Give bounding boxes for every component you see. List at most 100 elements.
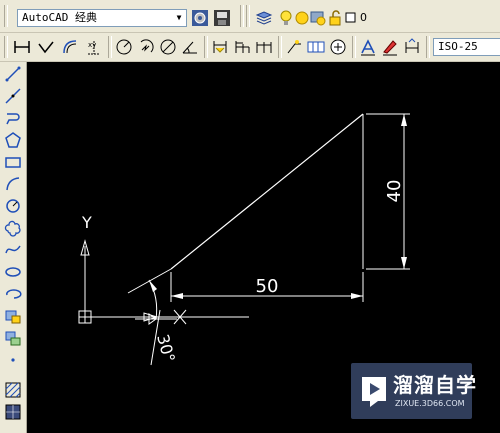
dim-baseline-icon xyxy=(235,41,250,53)
leader-icon xyxy=(287,40,301,54)
line-button[interactable] xyxy=(3,64,23,84)
toolbar-separator xyxy=(240,5,244,27)
toolbar-separator xyxy=(278,36,282,58)
ellipse-arc-icon xyxy=(6,289,22,299)
rectangle-icon xyxy=(5,157,21,168)
spline-icon xyxy=(5,245,21,254)
svg-text:xy: xy xyxy=(88,41,96,49)
dim-diameter-button[interactable] xyxy=(158,37,178,57)
dim-edit-icon xyxy=(361,39,375,56)
dim-horizontal-text: 50 xyxy=(256,276,279,297)
quick-dim-icon xyxy=(213,41,227,53)
dim-diameter-icon xyxy=(160,39,176,55)
layer-color-swatch[interactable] xyxy=(342,8,362,28)
arc-icon xyxy=(6,177,20,191)
center-mark-icon xyxy=(330,39,346,55)
construction-line-button[interactable] xyxy=(3,86,23,106)
dim-ordinate-icon: xy xyxy=(88,41,100,55)
dim-radius-icon xyxy=(116,39,132,55)
insert-block-button[interactable] xyxy=(3,306,23,326)
hypotenuse-line[interactable] xyxy=(170,113,364,270)
hatch-button[interactable] xyxy=(3,380,23,400)
ellipse-button[interactable] xyxy=(3,262,23,282)
polyline-button[interactable] xyxy=(3,108,23,128)
dim-arc-icon xyxy=(63,40,77,54)
dim-update-icon xyxy=(405,38,419,53)
dim-aligned-icon xyxy=(38,41,54,54)
cloud-icon xyxy=(4,220,21,237)
insert-block-icon xyxy=(5,310,21,324)
dimstyle-select[interactable]: ISO-25 xyxy=(433,38,500,56)
dimstyle-select-value: ISO-25 xyxy=(438,40,478,53)
circle-icon xyxy=(6,199,20,213)
workspace-toolbar: AutoCAD 经典 ▼ 0 xyxy=(0,0,500,33)
dim-edit-button[interactable] xyxy=(358,37,378,57)
dim-aligned-button[interactable] xyxy=(36,37,56,57)
toolbar-separator xyxy=(352,36,356,58)
make-block-icon xyxy=(5,331,21,346)
quick-leader-button[interactable] xyxy=(284,37,304,57)
viewport-sun-icon xyxy=(310,11,326,26)
toolbar-grip[interactable] xyxy=(246,5,250,27)
dim-vertical-text: 40 xyxy=(384,180,405,203)
workspace-settings-button[interactable] xyxy=(190,8,210,28)
dim-update-button[interactable] xyxy=(402,37,422,57)
dim-jogged-icon xyxy=(140,39,154,53)
quick-dim-button[interactable] xyxy=(210,37,230,57)
polygon-icon xyxy=(5,132,21,148)
dim-arc-length-button[interactable] xyxy=(60,37,80,57)
make-block-button[interactable] xyxy=(3,328,23,348)
gear-icon xyxy=(192,10,208,26)
arc-button[interactable] xyxy=(3,174,23,194)
dim-baseline-button[interactable] xyxy=(232,37,252,57)
layers-icon xyxy=(255,11,273,25)
watermark-logo: 溜溜自学 ZIXUE.3D66.COM xyxy=(351,363,476,419)
dim-ordinate-button[interactable]: xy xyxy=(84,37,104,57)
dim-continue-button[interactable] xyxy=(254,37,274,57)
ucs-icon xyxy=(78,239,159,324)
dim-angular-button[interactable] xyxy=(180,37,200,57)
drawing-canvas[interactable]: 40 50 30° Y 溜溜自学 ZIXUE.3D66.COM xyxy=(27,62,500,433)
workspace-select-value: AutoCAD 经典 xyxy=(22,11,97,24)
play-logo-icon xyxy=(362,377,386,407)
point-icon xyxy=(11,358,15,362)
center-mark-button[interactable] xyxy=(328,37,348,57)
draw-toolbar xyxy=(0,62,27,433)
layer-viewport-freeze-toggle[interactable] xyxy=(308,8,328,28)
point-button[interactable] xyxy=(3,350,23,370)
dimension-toolbar: xy ISO-25 xyxy=(0,33,500,62)
toolbar-grip[interactable] xyxy=(4,5,8,27)
gradient-icon xyxy=(5,404,21,420)
dim-radius-button[interactable] xyxy=(114,37,134,57)
line-icon xyxy=(5,66,21,82)
dim-jogged-button[interactable] xyxy=(136,37,156,57)
revision-cloud-button[interactable] xyxy=(3,218,23,238)
tolerance-button[interactable] xyxy=(306,37,326,57)
spline-button[interactable] xyxy=(3,240,23,260)
polyline-icon xyxy=(6,113,20,125)
dim-text-edit-icon xyxy=(383,40,397,56)
hatch-icon xyxy=(5,382,21,398)
window-save-icon xyxy=(214,10,230,26)
polygon-button[interactable] xyxy=(3,130,23,150)
save-workspace-button[interactable] xyxy=(212,8,232,28)
dim-continue-icon xyxy=(256,42,272,53)
dim-text-edit-button[interactable] xyxy=(380,37,400,57)
rectangle-button[interactable] xyxy=(3,152,23,172)
toolbar-separator xyxy=(426,36,430,58)
watermark-brand: 溜溜自学 xyxy=(393,373,477,397)
circle-button[interactable] xyxy=(3,196,23,216)
workspace-select[interactable]: AutoCAD 经典 ▼ xyxy=(17,9,187,27)
layer-properties-button[interactable] xyxy=(254,8,274,28)
tolerance-icon xyxy=(307,41,325,53)
current-layer-name[interactable]: 0 xyxy=(360,11,367,24)
toolbar-grip[interactable] xyxy=(4,36,8,58)
dim-linear-button[interactable] xyxy=(12,37,32,57)
gradient-button[interactable] xyxy=(3,402,23,422)
dim-angle-text: 30° xyxy=(153,332,179,364)
xline-icon xyxy=(5,88,21,104)
dim-linear-icon xyxy=(14,41,30,53)
watermark-url: ZIXUE.3D66.COM xyxy=(395,399,465,408)
ellipse-arc-button[interactable] xyxy=(3,284,23,304)
dim-angular-icon xyxy=(182,41,197,54)
